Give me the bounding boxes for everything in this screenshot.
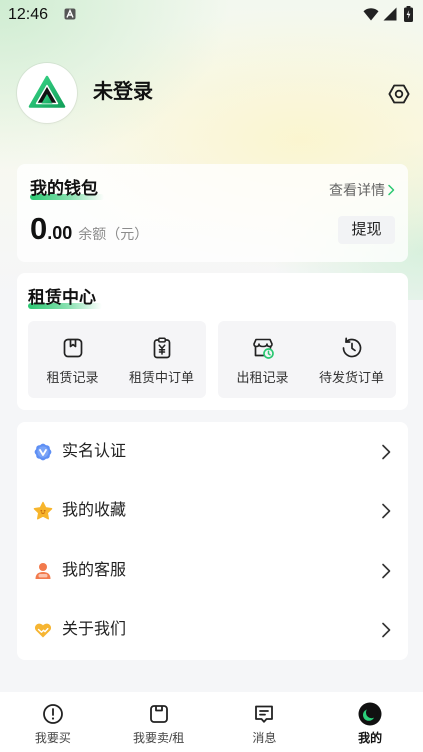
- pending-shipment-orders-item[interactable]: 待发货订单: [307, 321, 396, 398]
- balance-decimal: .00: [47, 223, 73, 243]
- menu-item-label: 我的客服: [62, 561, 127, 579]
- chevron-right-icon: [387, 184, 395, 196]
- status-bar: 12:46: [0, 0, 423, 30]
- chevron-right-icon: [381, 503, 391, 519]
- app-logo-icon: [27, 73, 67, 113]
- bottom-tab-bar: 我要买 我要卖/租 消息 我的: [0, 692, 423, 752]
- rental-center-title: 租赁中心: [28, 288, 96, 307]
- menu-item-label: 我的收藏: [62, 502, 127, 520]
- rental-item-label: 租赁记录: [46, 370, 99, 385]
- wallet-detail-link[interactable]: 查看详情: [329, 181, 395, 199]
- rental-item-label: 租赁中订单: [128, 370, 194, 385]
- star-icon: [33, 501, 53, 521]
- message-icon: [252, 702, 276, 726]
- active-rental-orders-item[interactable]: 租赁中订单: [117, 321, 206, 398]
- tab-label: 消息: [252, 731, 277, 745]
- tab-buy[interactable]: 我要买: [0, 692, 106, 752]
- shop-clock-icon: [251, 336, 275, 360]
- rental-item-label: 待发货订单: [318, 370, 384, 385]
- rental-center-card: 租赁中心 租赁记录 租赁中订单 出租记录 待发货订单: [17, 273, 408, 410]
- heart-handshake-icon: [33, 620, 53, 640]
- pending-shipment-clock-icon: [340, 336, 364, 360]
- settings-menu: 实名认证 我的收藏 我的客服 关于我们: [17, 422, 408, 660]
- tab-label: 我要卖/租: [132, 731, 185, 745]
- chevron-right-icon: [381, 444, 391, 460]
- menu-item-about-us[interactable]: 关于我们: [17, 601, 408, 661]
- wallet-card: 我的钱包 查看详情 0 .00 余额（元） 提现: [17, 164, 408, 262]
- balance-label: 余额（元）: [78, 226, 149, 242]
- balance: 0 .00 余额（元）: [30, 210, 148, 248]
- wallet-detail-label: 查看详情: [329, 182, 385, 198]
- balance-integer: 0: [30, 211, 48, 246]
- battery-charging-icon: [404, 6, 413, 22]
- tab-label: 我要买: [34, 731, 71, 745]
- renter-orders-group: 租赁记录 租赁中订单: [28, 321, 206, 398]
- yuan-clipboard-icon: [150, 336, 174, 360]
- lease-out-records-item[interactable]: 出租记录: [218, 321, 307, 398]
- customer-service-icon: [33, 561, 53, 581]
- wifi-icon: [363, 7, 379, 21]
- sell-rent-icon: [147, 702, 171, 726]
- profile-icon: [358, 702, 382, 726]
- tab-sell-rent[interactable]: 我要卖/租: [106, 692, 212, 752]
- wallet-title: 我的钱包: [30, 179, 98, 198]
- menu-item-label: 实名认证: [62, 442, 127, 460]
- tab-messages[interactable]: 消息: [212, 692, 318, 752]
- settings-icon[interactable]: [387, 82, 411, 106]
- login-prompt[interactable]: 未登录: [93, 79, 153, 105]
- tab-label: 我的: [358, 731, 383, 745]
- chevron-right-icon: [381, 563, 391, 579]
- menu-item-label: 关于我们: [62, 621, 127, 639]
- verified-badge-icon: [33, 442, 53, 462]
- menu-item-customer-service[interactable]: 我的客服: [17, 541, 408, 601]
- buy-icon: [41, 702, 65, 726]
- rental-item-label: 出租记录: [236, 370, 289, 385]
- withdraw-button[interactable]: 提现: [338, 216, 395, 244]
- menu-item-real-name-verification[interactable]: 实名认证: [17, 422, 408, 482]
- avatar[interactable]: [17, 63, 77, 123]
- menu-item-favorites[interactable]: 我的收藏: [17, 482, 408, 542]
- app-notification-icon: [64, 8, 76, 20]
- cellular-signal-icon: [383, 7, 397, 21]
- tab-me[interactable]: 我的: [317, 692, 423, 752]
- status-time: 12:46: [8, 6, 49, 23]
- chevron-right-icon: [381, 622, 391, 638]
- rental-record-icon: [61, 336, 85, 360]
- rental-records-item[interactable]: 租赁记录: [28, 321, 117, 398]
- lessor-orders-group: 出租记录 待发货订单: [218, 321, 396, 398]
